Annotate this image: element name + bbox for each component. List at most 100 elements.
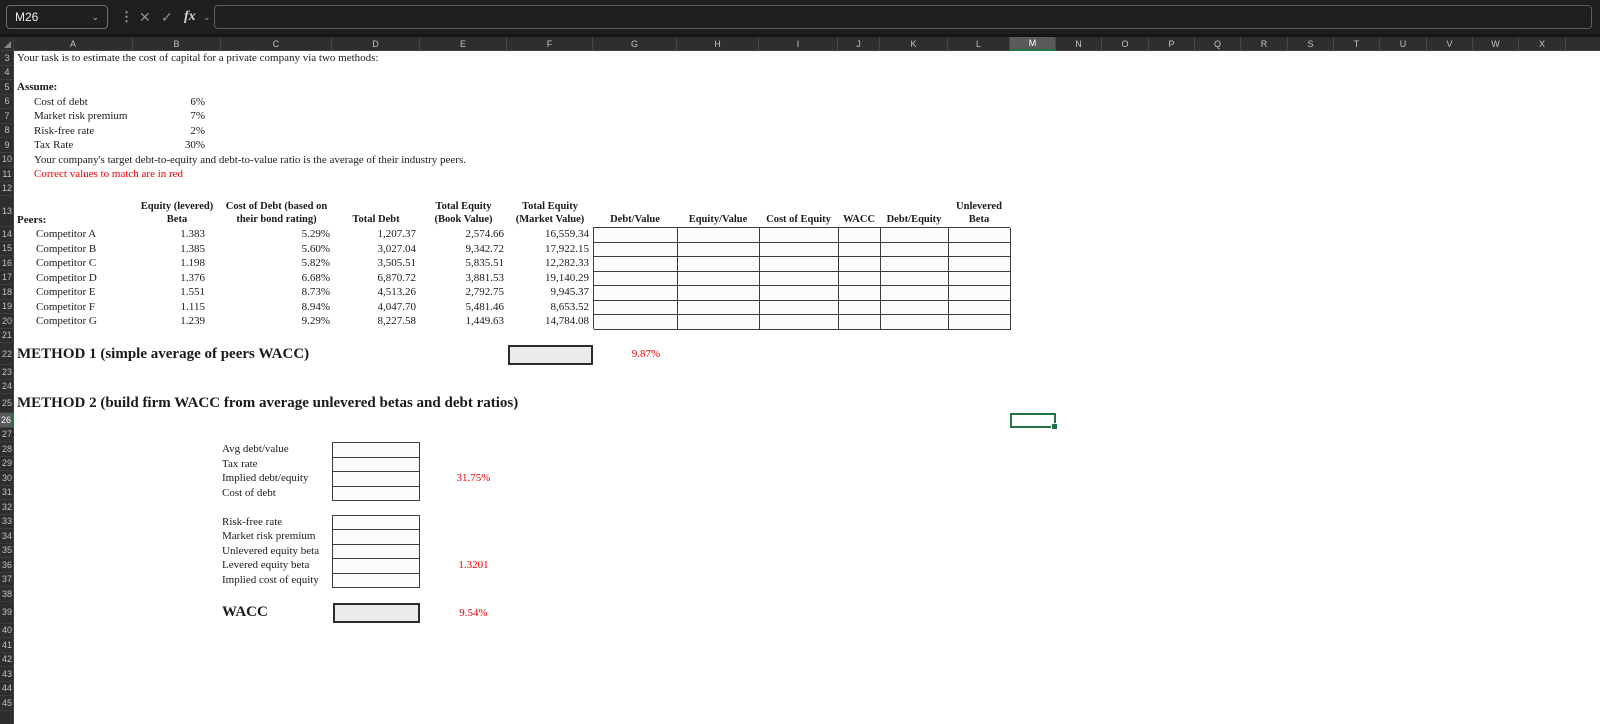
column-header-E[interactable]: E — [420, 37, 507, 51]
peer-answer-cell[interactable] — [949, 242, 1011, 257]
peer-answer-cell[interactable] — [678, 315, 760, 330]
peer-answer-cell[interactable] — [594, 271, 678, 286]
column-header-T[interactable]: T — [1334, 37, 1380, 51]
insert-function-dropdown-icon[interactable]: ⌄ — [203, 0, 211, 34]
row-header-38[interactable]: 38 — [0, 587, 14, 602]
row-header-15[interactable]: 15 — [0, 242, 14, 256]
peer-answer-cell[interactable] — [594, 286, 678, 301]
row-header-32[interactable]: 32 — [0, 500, 14, 515]
column-header-G[interactable]: G — [593, 37, 677, 51]
column-header-V[interactable]: V — [1427, 37, 1473, 51]
peer-answer-cell[interactable] — [839, 315, 881, 330]
row-header-39[interactable]: 39 — [0, 602, 14, 624]
peer-answer-cell[interactable] — [949, 228, 1011, 243]
peer-answer-cell[interactable] — [949, 300, 1011, 315]
peer-answer-cell[interactable] — [594, 228, 678, 243]
peer-answer-cell[interactable] — [760, 271, 839, 286]
row-header-3[interactable]: 3 — [0, 51, 14, 66]
peer-answer-cell[interactable] — [881, 228, 949, 243]
peer-answer-cell[interactable] — [881, 286, 949, 301]
method1-answer-box[interactable] — [508, 344, 593, 365]
peer-answer-cell[interactable] — [949, 315, 1011, 330]
row-header-42[interactable]: 42 — [0, 653, 14, 667]
row-header-16[interactable]: 16 — [0, 256, 14, 271]
select-all-corner[interactable] — [0, 37, 14, 51]
row-header-36[interactable]: 36 — [0, 558, 14, 573]
peer-answer-cell[interactable] — [678, 271, 760, 286]
peer-answer-cell[interactable] — [760, 315, 839, 330]
row-header-9[interactable]: 9 — [0, 138, 14, 153]
insert-function-icon[interactable]: fx — [184, 0, 196, 34]
selected-cell-M26[interactable] — [1010, 413, 1058, 430]
peer-answer-cell[interactable] — [881, 242, 949, 257]
row-header-13[interactable]: 13 — [0, 196, 14, 227]
row-header-21[interactable]: 21 — [0, 329, 14, 343]
peer-answer-cell[interactable] — [760, 286, 839, 301]
row-header-37[interactable]: 37 — [0, 573, 14, 587]
row-header-4[interactable]: 4 — [0, 66, 14, 80]
row-header-5[interactable]: 5 — [0, 80, 14, 95]
peer-answer-cell[interactable] — [949, 257, 1011, 272]
row-header-22[interactable]: 22 — [0, 343, 14, 365]
cancel-entry-icon[interactable]: ✕ — [139, 0, 151, 34]
column-header-S[interactable]: S — [1288, 37, 1334, 51]
row-header-30[interactable]: 30 — [0, 471, 14, 486]
method2-input-cell[interactable] — [333, 559, 420, 574]
row-header-18[interactable]: 18 — [0, 285, 14, 300]
column-header-O[interactable]: O — [1102, 37, 1149, 51]
row-header-40[interactable]: 40 — [0, 624, 14, 638]
row-header-31[interactable]: 31 — [0, 486, 14, 500]
peer-answer-cell[interactable] — [594, 257, 678, 272]
method2-input-cell[interactable] — [333, 443, 420, 458]
row-header-33[interactable]: 33 — [0, 515, 14, 529]
peer-answer-cell[interactable] — [839, 257, 881, 272]
method2-input-cell[interactable] — [333, 544, 420, 559]
more-options-icon[interactable]: ⋮ — [120, 0, 133, 34]
peer-answer-cell[interactable] — [760, 242, 839, 257]
column-header-R[interactable]: R — [1241, 37, 1288, 51]
row-header-20[interactable]: 20 — [0, 314, 14, 329]
row-header-44[interactable]: 44 — [0, 682, 14, 696]
peer-answer-cell[interactable] — [760, 257, 839, 272]
column-header-J[interactable]: J — [838, 37, 880, 51]
peer-answer-cell[interactable] — [949, 271, 1011, 286]
peer-answer-cell[interactable] — [881, 315, 949, 330]
method2-input-cell[interactable] — [333, 530, 420, 545]
method2-input-cell[interactable] — [333, 486, 420, 501]
row-header-7[interactable]: 7 — [0, 109, 14, 124]
method2-input-cell[interactable] — [333, 457, 420, 472]
row-header-11[interactable]: 11 — [0, 167, 14, 182]
row-header-8[interactable]: 8 — [0, 124, 14, 138]
peer-answer-cell[interactable] — [839, 228, 881, 243]
peer-answer-cell[interactable] — [678, 300, 760, 315]
column-header-C[interactable]: C — [221, 37, 332, 51]
method2-input-cell[interactable] — [333, 472, 420, 487]
peer-answer-cell[interactable] — [760, 300, 839, 315]
column-header-D[interactable]: D — [332, 37, 420, 51]
column-header-I[interactable]: I — [759, 37, 838, 51]
row-header-23[interactable]: 23 — [0, 365, 14, 380]
row-header-17[interactable]: 17 — [0, 271, 14, 285]
spreadsheet-canvas[interactable]: Your task is to estimate the cost of cap… — [14, 51, 1600, 724]
column-header-X[interactable]: X — [1519, 37, 1566, 51]
column-header-P[interactable]: P — [1149, 37, 1195, 51]
row-header-25[interactable]: 25 — [0, 394, 14, 413]
row-header-14[interactable]: 14 — [0, 227, 14, 242]
column-header-A[interactable]: A — [14, 37, 133, 51]
column-header-U[interactable]: U — [1380, 37, 1427, 51]
peer-answer-cell[interactable] — [839, 300, 881, 315]
peer-answer-cell[interactable] — [760, 228, 839, 243]
column-header-B[interactable]: B — [133, 37, 221, 51]
peer-answer-cell[interactable] — [839, 271, 881, 286]
row-header-45[interactable]: 45 — [0, 696, 14, 711]
peer-answer-cell[interactable] — [678, 242, 760, 257]
method2-input-cell[interactable] — [333, 573, 420, 588]
row-header-27[interactable]: 27 — [0, 428, 14, 442]
peer-answer-cell[interactable] — [678, 228, 760, 243]
column-header-Q[interactable]: Q — [1195, 37, 1241, 51]
row-header-24[interactable]: 24 — [0, 380, 14, 394]
row-header-12[interactable]: 12 — [0, 182, 14, 196]
row-header-19[interactable]: 19 — [0, 300, 14, 314]
row-header-34[interactable]: 34 — [0, 529, 14, 544]
peer-answer-cell[interactable] — [881, 300, 949, 315]
